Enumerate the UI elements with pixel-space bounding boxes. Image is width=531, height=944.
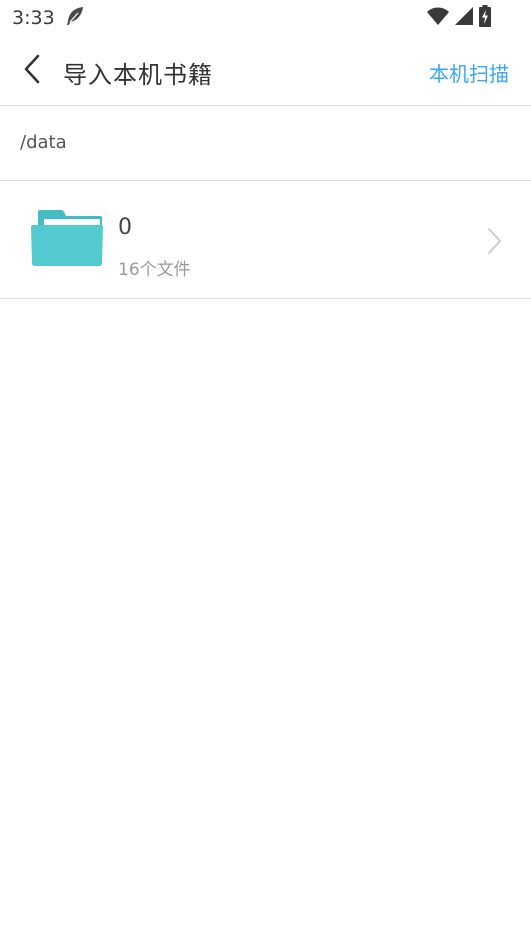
status-right [427, 5, 519, 31]
status-time: 3:33 [12, 7, 55, 29]
path-breadcrumb: /data [0, 106, 531, 181]
local-scan-button[interactable]: 本机扫描 [429, 58, 509, 87]
back-button[interactable] [18, 54, 46, 88]
folder-icon [29, 208, 105, 270]
signal-icon [455, 7, 473, 29]
status-bar: 3:33 [0, 0, 531, 36]
folder-name: 0 [118, 215, 132, 240]
app-bar: 导入本机书籍 本机扫描 [0, 36, 531, 106]
chevron-right-icon [485, 226, 503, 256]
wifi-icon [427, 7, 449, 29]
chevron-left-icon [22, 53, 42, 89]
battery-charging-icon [479, 5, 491, 31]
folder-file-count: 16个文件 [118, 260, 191, 280]
status-left: 3:33 [12, 4, 87, 33]
current-path: /data [20, 132, 67, 153]
screen: 3:33 导入本机书籍 本机扫描 /data 0 16个文件 [0, 0, 531, 944]
folder-list-item[interactable]: 0 16个文件 [0, 181, 531, 299]
feather-icon [63, 4, 87, 33]
page-title: 导入本机书籍 [63, 61, 213, 89]
